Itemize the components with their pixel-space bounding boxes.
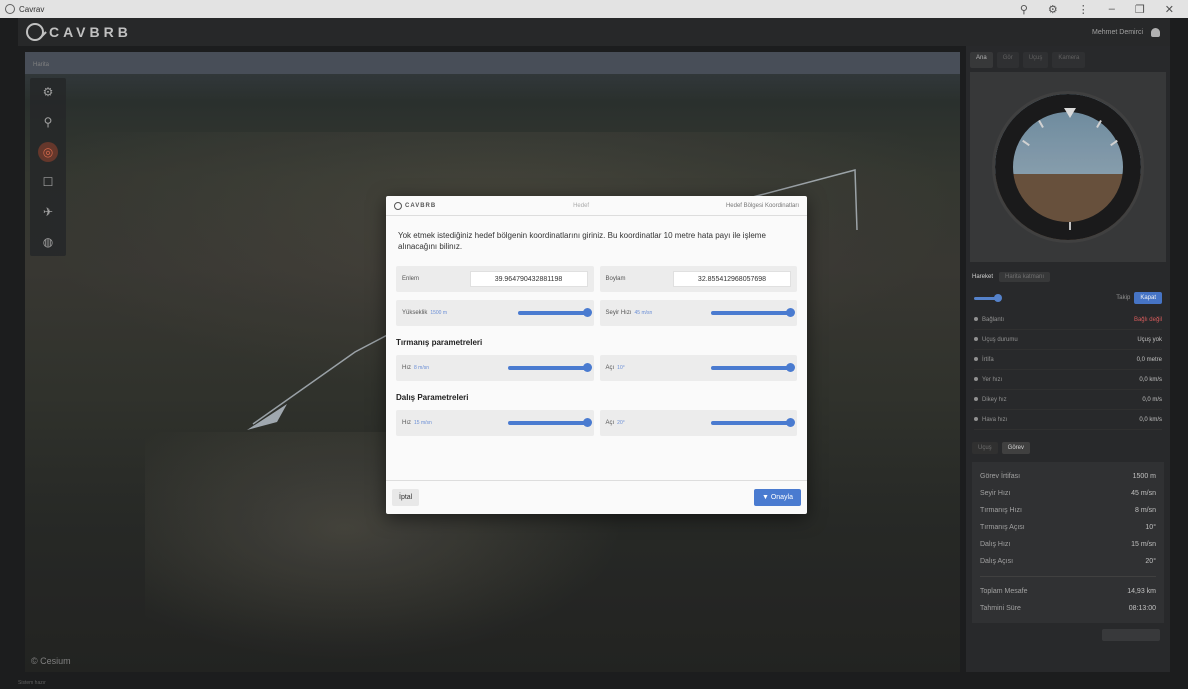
longitude-cell: Boylam 32.855412968057698 bbox=[599, 266, 797, 292]
climb-speed-label: Hız bbox=[402, 365, 411, 371]
logo-icon bbox=[394, 201, 402, 210]
latitude-label: Enlem bbox=[402, 276, 420, 282]
modal-header-right: Hedef Bölgesi Koordinatları bbox=[725, 202, 799, 209]
cruise-speed-label: Seyir Hızı bbox=[605, 310, 632, 316]
dive-row: Hız 15 m/sn Açı 20° bbox=[396, 410, 797, 436]
climb-speed-cell: Hız 8 m/sn bbox=[396, 355, 594, 381]
altitude-speed-row: Yükseklik 1500 m Seyir Hızı 45 m/sn bbox=[396, 300, 797, 326]
dive-speed-label: Hız bbox=[402, 420, 411, 426]
altitude-slider[interactable] bbox=[517, 308, 592, 317]
dive-speed-slider[interactable] bbox=[507, 418, 592, 427]
cruise-speed-cell: Seyir Hızı 45 m/sn bbox=[599, 300, 797, 326]
longitude-label: Boylam bbox=[605, 276, 626, 282]
dive-angle-cell: Açı 20° bbox=[599, 410, 797, 436]
dive-angle-label: Açı bbox=[605, 420, 615, 426]
dive-speed-cell: Hız 15 m/sn bbox=[396, 410, 594, 436]
cruise-speed-value: 45 m/sn bbox=[634, 310, 653, 316]
climb-angle-label: Açı bbox=[605, 365, 615, 371]
climb-angle-cell: Açı 10° bbox=[599, 355, 797, 381]
modal-description: Yok etmek istediğiniz hedef bölgenin koo… bbox=[398, 231, 766, 251]
climb-speed-value: 8 m/sn bbox=[414, 365, 430, 371]
cruise-speed-slider[interactable] bbox=[711, 308, 795, 317]
altitude-cell: Yükseklik 1500 m bbox=[396, 300, 594, 326]
climb-row: Hız 8 m/sn Açı 10° bbox=[396, 355, 797, 381]
climb-section-title: Tırmanış parametreleri bbox=[396, 338, 483, 347]
altitude-label: Yükseklik bbox=[402, 310, 428, 316]
dive-angle-value: 20° bbox=[617, 420, 625, 426]
confirm-button[interactable]: ▼ Onayla bbox=[753, 489, 801, 506]
latitude-cell: Enlem 39.964790432881198 bbox=[396, 266, 594, 292]
modal-title: Hedef bbox=[573, 202, 590, 209]
altitude-value: 1500 m bbox=[430, 310, 448, 316]
climb-angle-slider[interactable] bbox=[711, 363, 795, 372]
cancel-button[interactable]: İptal bbox=[392, 489, 420, 506]
climb-angle-value: 10° bbox=[617, 365, 625, 371]
climb-speed-slider[interactable] bbox=[507, 363, 592, 372]
longitude-input[interactable]: 32.855412968057698 bbox=[673, 271, 791, 287]
dive-section-title: Dalış Parametreleri bbox=[396, 393, 469, 402]
coordinates-row: Enlem 39.964790432881198 Boylam 32.85541… bbox=[396, 266, 797, 292]
modal-logo: CAVBRB bbox=[394, 201, 436, 210]
modal-header: CAVBRB Hedef Hedef Bölgesi Koordinatları bbox=[386, 196, 807, 216]
latitude-input[interactable]: 39.964790432881198 bbox=[469, 271, 588, 287]
target-modal: CAVBRB Hedef Hedef Bölgesi Koordinatları… bbox=[386, 196, 807, 514]
dive-speed-value: 15 m/sn bbox=[414, 420, 432, 426]
modal-footer: İptal ▼ Onayla bbox=[386, 480, 807, 514]
modal-body: Enlem 39.964790432881198 Boylam 32.85541… bbox=[386, 266, 807, 436]
dive-angle-slider[interactable] bbox=[711, 418, 795, 427]
